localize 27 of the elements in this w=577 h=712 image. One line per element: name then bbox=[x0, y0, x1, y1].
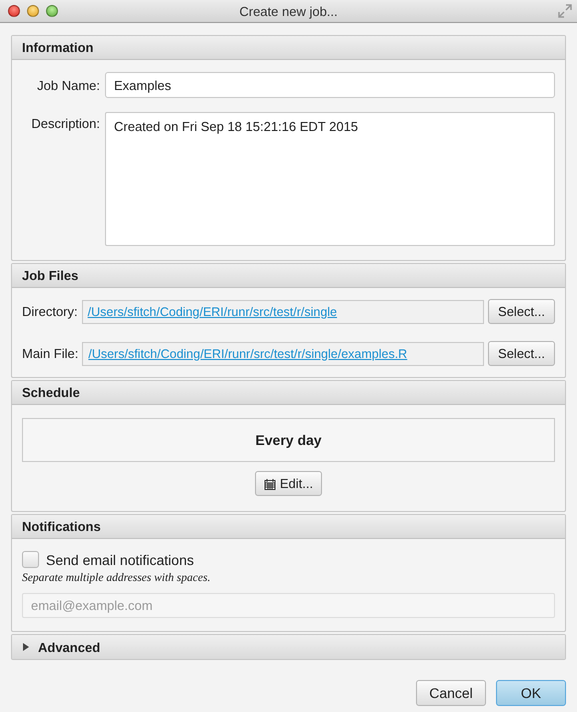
field-label: Main File: bbox=[22, 346, 78, 361]
fullscreen-icon[interactable] bbox=[558, 4, 572, 18]
disclosure-triangle-icon bbox=[22, 643, 30, 651]
dialog-button[interactable]: Cancel bbox=[416, 680, 486, 706]
section-title: Notifications bbox=[22, 519, 101, 534]
section-title: Information bbox=[22, 40, 94, 55]
dialog-button[interactable]: OK bbox=[496, 680, 566, 706]
hint-text: Separate multiple addresses with spaces. bbox=[22, 572, 212, 584]
description-field[interactable]: Created on Fri Sep 18 15:21:16 EDT 2015 bbox=[105, 112, 555, 246]
section-title: Job Files bbox=[22, 268, 78, 283]
field-label: Directory: bbox=[22, 304, 78, 319]
calendar-icon bbox=[264, 478, 276, 490]
field-label: Description: bbox=[30, 115, 100, 131]
advanced-header[interactable]: Advanced bbox=[12, 635, 565, 659]
checkbox-label: Send email notifications bbox=[46, 552, 194, 568]
job-name-field[interactable]: Examples bbox=[105, 72, 555, 98]
window-title: Create new job... bbox=[239, 4, 338, 18]
edit-button[interactable]: Edit... bbox=[254, 471, 322, 496]
select-button[interactable]: Select... bbox=[488, 341, 555, 366]
field-label: Job Name: bbox=[36, 78, 100, 92]
section-title: Schedule bbox=[22, 385, 80, 400]
select-button[interactable]: Select... bbox=[488, 299, 555, 324]
zoom-button[interactable] bbox=[46, 5, 58, 17]
close-button[interactable] bbox=[8, 5, 20, 17]
minimize-button[interactable] bbox=[27, 5, 39, 17]
checkbox[interactable] bbox=[22, 551, 39, 568]
schedule-summary: Every day bbox=[255, 432, 322, 448]
